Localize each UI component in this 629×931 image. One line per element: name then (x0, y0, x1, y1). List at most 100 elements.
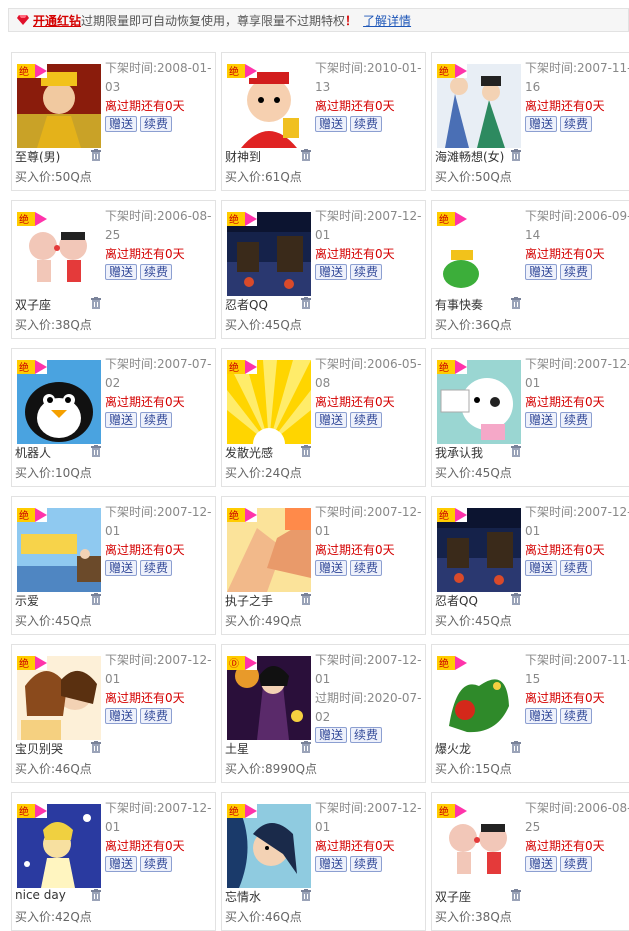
item-thumbnail[interactable]: 绝 (227, 804, 311, 888)
item-info: 下架时间:2007-12-01 过期时间:2020-07-02 赠送 续费 (315, 651, 425, 743)
gift-button[interactable]: 赠送 (105, 708, 138, 724)
gift-button[interactable]: 赠送 (525, 264, 558, 280)
trash-icon[interactable] (510, 741, 522, 753)
item-thumbnail[interactable]: 绝 (437, 656, 521, 740)
gift-button[interactable]: 赠送 (105, 856, 138, 872)
renew-button[interactable]: 续费 (140, 264, 173, 280)
renew-button[interactable]: 续费 (560, 856, 593, 872)
item-price: 买入价:8990Q点 (225, 762, 318, 776)
gift-button[interactable]: 赠送 (525, 708, 558, 724)
gift-button[interactable]: 赠送 (315, 412, 348, 428)
gift-button[interactable]: 赠送 (525, 116, 558, 132)
item-badge-icon: 绝 (227, 360, 257, 374)
item-thumbnail[interactable]: 绝 (17, 64, 101, 148)
item-thumbnail[interactable]: 绝 (17, 656, 101, 740)
renew-button[interactable]: 续费 (140, 116, 173, 132)
item-thumbnail[interactable]: 绝 (227, 508, 311, 592)
trash-icon[interactable] (510, 889, 522, 901)
gift-button[interactable]: 赠送 (525, 560, 558, 576)
gift-button[interactable]: 赠送 (525, 856, 558, 872)
notice-exclamation: ！ (345, 13, 358, 28)
gift-button[interactable]: 赠送 (315, 727, 348, 743)
item-thumbnail[interactable]: 绝 (227, 360, 311, 444)
trash-icon[interactable] (90, 889, 102, 901)
trash-icon[interactable] (90, 741, 102, 753)
renew-button[interactable]: 续费 (140, 560, 173, 576)
renew-button[interactable]: 续费 (140, 708, 173, 724)
item-thumbnail[interactable]: 绝 (17, 508, 101, 592)
item-name: 我承认我 (435, 446, 484, 460)
item-badge-icon: Ⓓ (227, 656, 257, 670)
trash-icon[interactable] (300, 593, 312, 605)
renew-button[interactable]: 续费 (350, 412, 383, 428)
gift-button[interactable]: 赠送 (315, 560, 348, 576)
item-card: 绝 下架时间:2008-01-03 离过期还有0天 赠送 续费 至尊(男) 买入价:50… (11, 52, 216, 191)
item-thumbnail[interactable]: 绝 (17, 212, 101, 296)
item-expire-countdown: 离过期还有0天 (315, 395, 395, 409)
item-thumbnail[interactable]: 绝 (437, 360, 521, 444)
item-expire-countdown: 离过期还有0天 (315, 543, 395, 557)
trash-icon[interactable] (300, 889, 312, 901)
trash-icon[interactable] (300, 149, 312, 161)
renew-button[interactable]: 续费 (560, 412, 593, 428)
trash-icon[interactable] (510, 297, 522, 309)
item-offshelf-date: 下架时间:2007-07-02 (105, 357, 212, 390)
renew-button[interactable]: 续费 (140, 856, 173, 872)
item-thumbnail[interactable]: 绝 (17, 804, 101, 888)
item-thumbnail[interactable]: 绝 (437, 64, 521, 148)
item-name: 爆火龙 (435, 742, 472, 756)
item-actions: 赠送 续费 (525, 708, 629, 724)
gift-button[interactable]: 赠送 (315, 264, 348, 280)
item-offshelf-date: 下架时间:2007-12-01 (315, 209, 422, 242)
open-red-diamond-link[interactable]: 开通红钻 (33, 12, 81, 29)
item-price: 买入价:46Q点 (15, 762, 92, 776)
renew-button[interactable]: 续费 (350, 116, 383, 132)
item-thumbnail[interactable]: 绝 (437, 212, 521, 296)
learn-more-link[interactable]: 了解详情 (363, 12, 411, 29)
svg-text:绝: 绝 (439, 657, 449, 670)
trash-icon[interactable] (300, 297, 312, 309)
gift-button[interactable]: 赠送 (105, 560, 138, 576)
trash-icon[interactable] (90, 297, 102, 309)
item-badge-icon: 绝 (437, 64, 467, 78)
item-actions: 赠送 续费 (105, 856, 215, 872)
gift-button[interactable]: 赠送 (315, 856, 348, 872)
trash-icon[interactable] (510, 445, 522, 457)
gift-button[interactable]: 赠送 (105, 264, 138, 280)
gift-button[interactable]: 赠送 (525, 412, 558, 428)
trash-icon[interactable] (510, 593, 522, 605)
renew-button[interactable]: 续费 (350, 727, 383, 743)
trash-icon[interactable] (90, 445, 102, 457)
item-card: 绝 下架时间:2007-12-01 离过期还有0天 赠送 续费 忍者QQ 买入价:45Q… (431, 496, 629, 635)
renew-button[interactable]: 续费 (560, 708, 593, 724)
gift-button[interactable]: 赠送 (105, 116, 138, 132)
item-thumbnail[interactable]: 绝 (227, 212, 311, 296)
trash-icon[interactable] (510, 149, 522, 161)
trash-icon[interactable] (90, 149, 102, 161)
item-thumbnail[interactable]: 绝 (17, 360, 101, 444)
renew-button[interactable]: 续费 (350, 560, 383, 576)
item-thumbnail[interactable]: 绝 (227, 64, 311, 148)
item-thumbnail[interactable]: Ⓓ (227, 656, 311, 740)
trash-icon[interactable] (90, 593, 102, 605)
renew-button[interactable]: 续费 (140, 412, 173, 428)
renew-button[interactable]: 续费 (350, 264, 383, 280)
gift-button[interactable]: 赠送 (105, 412, 138, 428)
renew-button[interactable]: 续费 (560, 560, 593, 576)
trash-icon[interactable] (300, 445, 312, 457)
item-name: 忘情水 (225, 890, 262, 904)
item-info: 下架时间:2007-12-01 离过期还有0天 赠送 续费 (105, 651, 215, 724)
item-badge-icon: 绝 (437, 212, 467, 226)
item-offshelf-date: 下架时间:2006-08-25 (525, 801, 629, 834)
item-thumbnail[interactable]: 绝 (437, 508, 521, 592)
renew-button[interactable]: 续费 (350, 856, 383, 872)
item-price: 买入价:36Q点 (435, 318, 512, 332)
renew-button[interactable]: 续费 (560, 116, 593, 132)
item-card: 绝 下架时间:2010-01-13 离过期还有0天 赠送 续费 财神到 买入价:61Q点 (221, 52, 426, 191)
item-thumbnail[interactable]: 绝 (437, 804, 521, 888)
item-card: 绝 下架时间:2006-08-25 离过期还有0天 赠送 续费 双子座 买入价:38Q点 (431, 792, 629, 931)
trash-icon[interactable] (300, 741, 312, 753)
svg-text:Ⓓ: Ⓓ (229, 658, 239, 670)
gift-button[interactable]: 赠送 (315, 116, 348, 132)
renew-button[interactable]: 续费 (560, 264, 593, 280)
